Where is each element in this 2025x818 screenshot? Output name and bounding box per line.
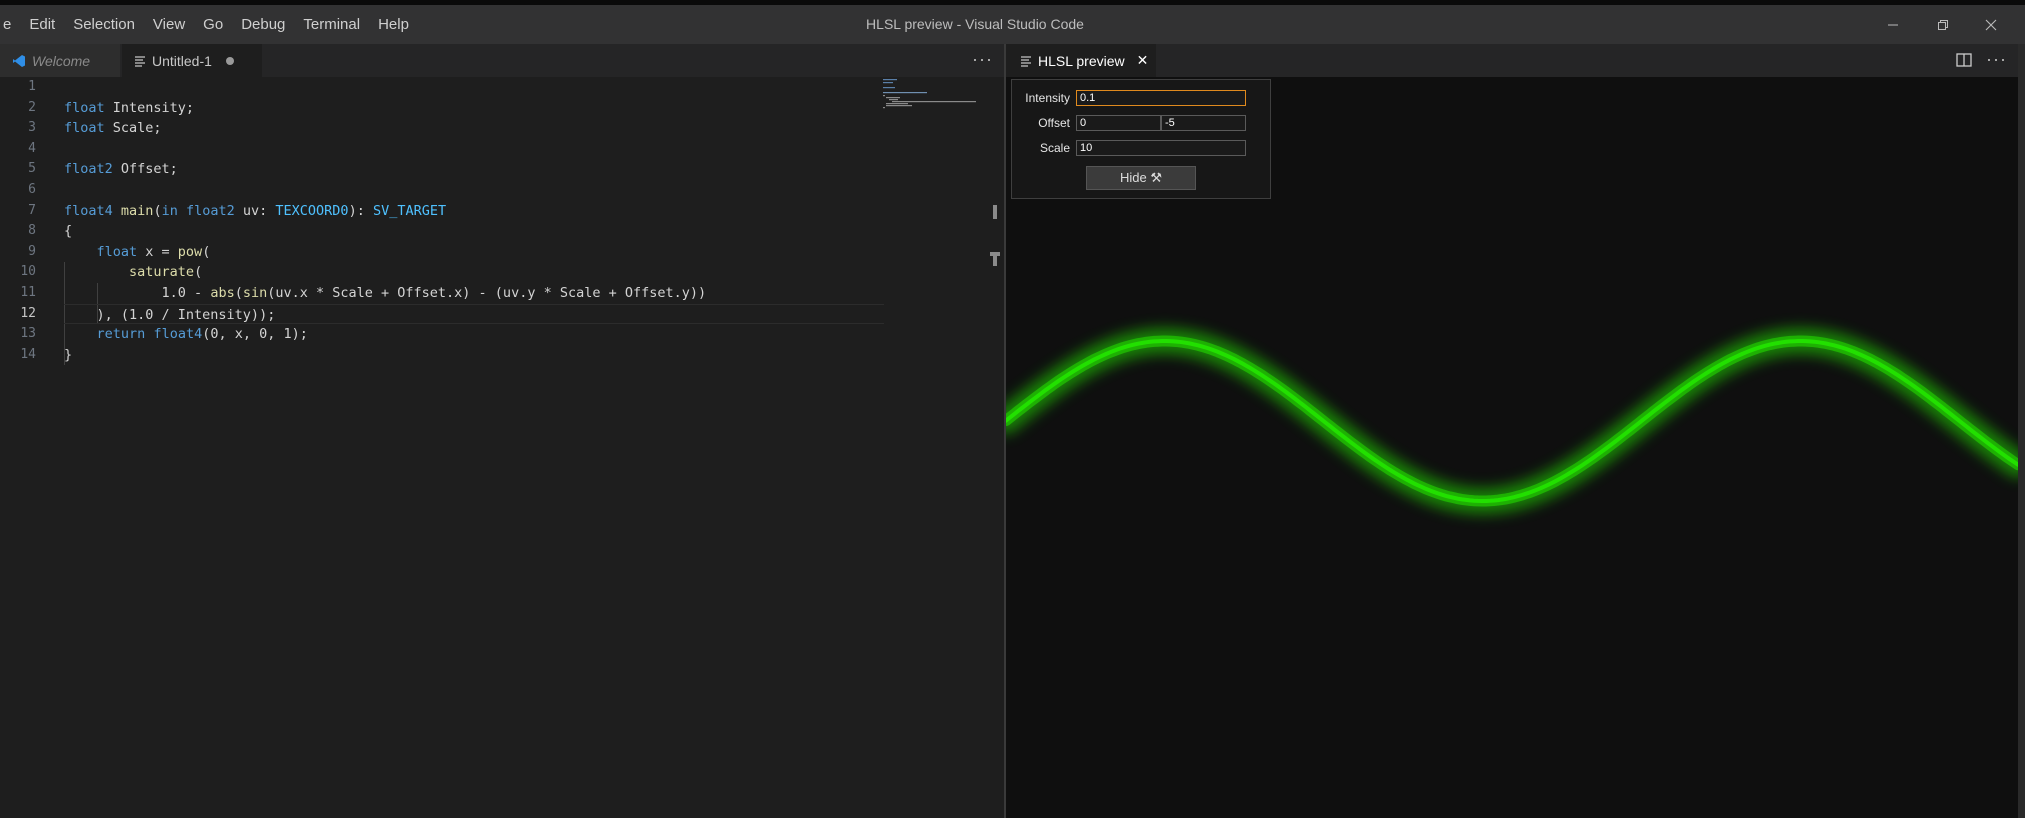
line-number: 14 <box>20 346 36 362</box>
editor-tab-bar: Welcome Untitled-1 <box>0 44 1005 77</box>
offset-y-input[interactable]: -5 <box>1161 115 1246 131</box>
title-bar: e Edit Selection View Go Debug Terminal … <box>0 0 2025 44</box>
code-editor[interactable]: 1 2 3 4 5 6 7 8 9 10 11 12 13 14 float I… <box>0 77 1005 818</box>
close-icon <box>1985 19 1997 30</box>
scale-input[interactable]: 10 <box>1076 140 1246 156</box>
editor-more-actions-button[interactable]: ··· <box>972 44 993 77</box>
line-number: 4 <box>28 140 36 156</box>
code-line[interactable]: 1.0 - abs(sin(uv.x * Scale + Offset.x) -… <box>64 283 884 304</box>
scale-row: Scale 10 <box>1012 139 1246 157</box>
line-number: 5 <box>28 161 36 177</box>
code-line[interactable]: return float4(0, x, 0, 1); <box>64 324 884 345</box>
hide-panel-button[interactable]: Hide ⚒ <box>1086 166 1196 190</box>
code-line[interactable]: float Intensity; <box>64 98 884 119</box>
tab-label: Welcome <box>32 52 91 69</box>
code-lines[interactable]: float Intensity; float Scale; float2 Offse… <box>64 77 884 365</box>
minimize-button[interactable] <box>1868 5 1918 44</box>
split-editor-icon <box>1956 53 1972 67</box>
restore-icon <box>1938 19 1948 30</box>
preview-more-actions-button[interactable]: ··· <box>1986 44 2007 74</box>
line-number-current: 12 <box>20 305 36 321</box>
line-number: 8 <box>28 223 36 239</box>
file-lines-icon <box>134 55 146 67</box>
code-line[interactable]: { <box>64 221 884 242</box>
line-number: 2 <box>28 99 36 115</box>
window-title: HLSL preview - Visual Studio Code <box>866 16 1084 32</box>
editor-scrollbar[interactable] <box>990 77 1004 818</box>
code-line[interactable]: float Scale; <box>64 118 884 139</box>
intensity-row: Intensity 0.1 <box>1012 89 1246 107</box>
tab-label: Untitled-1 <box>152 52 212 69</box>
code-line[interactable]: ), (1.0 / Intensity)); <box>64 303 884 325</box>
offset-x-input[interactable]: 0 <box>1076 115 1161 131</box>
tab-untitled-1[interactable]: Untitled-1 <box>122 44 262 77</box>
line-number: 7 <box>28 202 36 218</box>
tab-label: HLSL preview <box>1038 52 1125 69</box>
minimize-icon <box>1888 24 1898 25</box>
code-line[interactable] <box>64 180 884 201</box>
preview-scrollbar[interactable] <box>2018 44 2025 818</box>
restore-button[interactable] <box>1918 5 1968 44</box>
code-line[interactable]: float2 Offset; <box>64 159 884 180</box>
line-number-gutter: 1 2 3 4 5 6 7 8 9 10 11 12 13 14 <box>0 77 48 365</box>
code-line[interactable]: saturate( <box>64 262 884 283</box>
close-window-button[interactable] <box>1966 5 2016 44</box>
line-number: 13 <box>20 326 36 342</box>
line-number: 1 <box>28 79 36 94</box>
intensity-input[interactable]: 0.1 <box>1076 90 1246 106</box>
line-number: 6 <box>28 181 36 197</box>
line-number: 9 <box>28 243 36 259</box>
shader-parameters-panel: Intensity 0.1 Offset 0 -5 Scale 10 Hide … <box>1011 79 1271 199</box>
scrollbar-marker <box>993 205 997 219</box>
close-tab-icon[interactable]: ✕ <box>1137 52 1149 69</box>
scrollbar-marker <box>993 252 997 266</box>
offset-row: Offset 0 -5 <box>1012 114 1246 132</box>
code-line[interactable]: } <box>64 345 884 366</box>
preview-tab-bar: HLSL preview ✕ ··· <box>1006 44 2018 77</box>
file-lines-icon <box>1020 55 1032 67</box>
code-line[interactable]: float x = pow( <box>64 242 884 263</box>
tab-hlsl-preview[interactable]: HLSL preview ✕ <box>1006 44 1156 77</box>
code-line[interactable] <box>64 77 884 98</box>
tab-welcome[interactable]: Welcome <box>0 44 120 77</box>
line-number: 3 <box>28 120 36 136</box>
line-number: 10 <box>20 264 36 280</box>
intensity-label: Intensity <box>1025 91 1070 105</box>
offset-label: Offset <box>1038 116 1070 130</box>
unsaved-dot-icon[interactable] <box>225 56 234 65</box>
code-line[interactable]: float4 main(in float2 uv: TEXCOORD0): SV… <box>64 201 884 222</box>
code-line[interactable] <box>64 139 884 160</box>
vscode-logo-icon <box>12 54 26 68</box>
scale-label: Scale <box>1039 141 1070 155</box>
split-editor-button[interactable] <box>1956 53 1972 72</box>
hlsl-preview-canvas[interactable]: Intensity 0.1 Offset 0 -5 Scale 10 Hide … <box>1006 77 2018 818</box>
line-number: 11 <box>20 284 36 300</box>
sine-wave-glow <box>1006 328 2018 514</box>
minimap[interactable] <box>883 77 1003 117</box>
